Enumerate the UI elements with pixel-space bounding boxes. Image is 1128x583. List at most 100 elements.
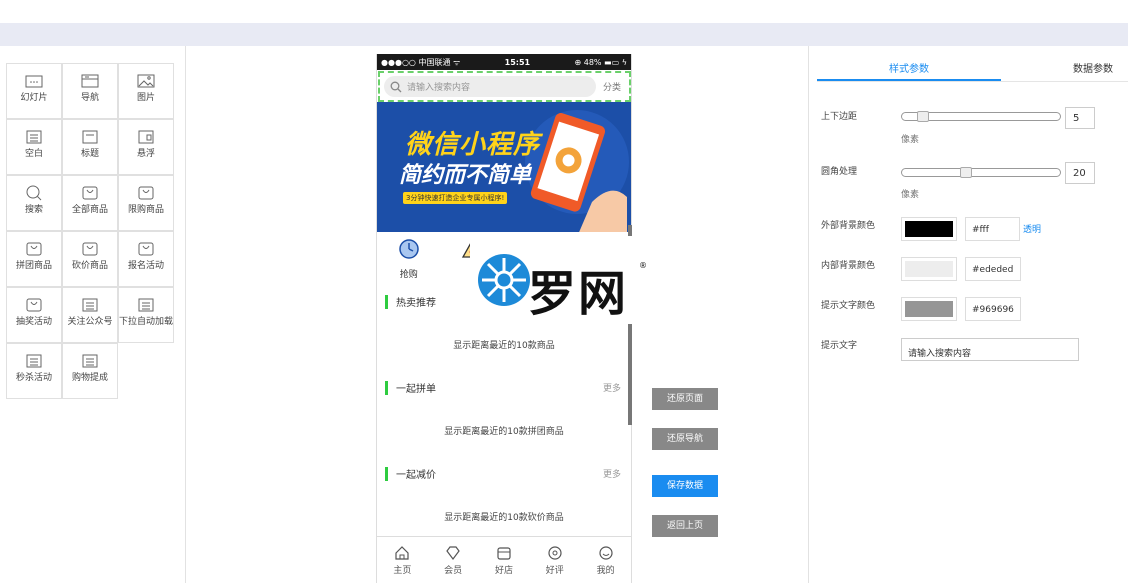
component-slideshow-0[interactable]: 幻灯片 bbox=[6, 63, 62, 119]
section-bar bbox=[385, 466, 388, 481]
properties-panel: 样式参数 数据参数 上下边距 5 像素 圆角处理 20 像素 外部背景颜色 #f… bbox=[808, 46, 1128, 583]
component-list-13[interactable]: 关注公众号 bbox=[62, 287, 118, 343]
status-carrier: ●●●○○ 中国联通 ᯤ bbox=[381, 57, 461, 67]
nav-icon bbox=[81, 74, 99, 88]
tab-member[interactable]: 会员 bbox=[433, 545, 473, 576]
section-info: 显示距离最近的10款商品 bbox=[453, 341, 555, 351]
component-bag-9[interactable]: 拼团商品 bbox=[6, 231, 62, 287]
list-icon bbox=[82, 354, 98, 368]
clock-icon bbox=[399, 239, 419, 259]
slideshow-icon bbox=[25, 75, 43, 88]
hint-color bbox=[905, 301, 953, 317]
radius-input[interactable]: 20 bbox=[1065, 162, 1095, 184]
tab-home[interactable]: 主页 bbox=[382, 545, 422, 576]
hint-text-label: 提示文字 bbox=[821, 341, 858, 351]
hint-text-input[interactable]: 请输入搜索内容 bbox=[901, 338, 1079, 361]
logo-registered: ® bbox=[639, 261, 647, 270]
component-search-6[interactable]: 搜索 bbox=[6, 175, 62, 231]
component-bag-8[interactable]: 限购商品 bbox=[118, 175, 174, 231]
section-title: 一起拼单 bbox=[396, 384, 436, 395]
review-icon bbox=[548, 545, 562, 560]
margin-label: 上下边距 bbox=[821, 112, 858, 122]
section-info: 显示距离最近的10款砍价商品 bbox=[444, 513, 564, 523]
component-label: 幻灯片 bbox=[20, 93, 48, 103]
component-list-16[interactable]: 购物提成 bbox=[62, 343, 118, 399]
restore-page-button[interactable]: 还原页面 bbox=[652, 388, 718, 410]
transparent-link[interactable]: 透明 bbox=[1023, 222, 1041, 235]
component-label: 购物提成 bbox=[71, 373, 108, 383]
margin-input[interactable]: 5 bbox=[1065, 107, 1095, 129]
margin-unit: 像素 bbox=[901, 135, 920, 145]
tab-label: 会员 bbox=[444, 565, 463, 576]
more-link[interactable]: 更多 bbox=[603, 381, 621, 394]
active-tab-indicator bbox=[817, 79, 1001, 81]
component-label: 抽奖活动 bbox=[15, 317, 52, 327]
list-icon bbox=[138, 298, 154, 312]
logo-emblem-icon bbox=[478, 254, 530, 306]
tab-shop[interactable]: 好店 bbox=[484, 545, 524, 576]
margin-slider-handle[interactable] bbox=[916, 111, 929, 122]
inner-bg-swatch[interactable] bbox=[901, 257, 957, 281]
status-battery: ⊕ 48% ▬▭ ϟ bbox=[574, 57, 627, 67]
component-list-14[interactable]: 下拉自动加载 bbox=[118, 287, 174, 343]
home-icon bbox=[395, 545, 409, 560]
section-bar bbox=[385, 294, 388, 309]
radius-slider[interactable] bbox=[901, 167, 1061, 178]
component-label: 限购商品 bbox=[127, 205, 164, 215]
nav-item-flash[interactable]: 抢购 bbox=[389, 232, 429, 284]
hint-color-hex[interactable]: #969696 bbox=[965, 297, 1021, 321]
search-placeholder: 请输入搜索内容 bbox=[407, 83, 471, 93]
margin-slider[interactable] bbox=[901, 111, 1061, 122]
component-blank-3[interactable]: 空白 bbox=[6, 119, 62, 175]
section-title: 热卖推荐 bbox=[396, 298, 436, 309]
inner-bg-hex[interactable]: #ededed bbox=[965, 257, 1021, 281]
tab-data-params[interactable]: 数据参数 bbox=[1073, 60, 1113, 75]
component-label: 搜索 bbox=[24, 205, 43, 215]
component-bag-12[interactable]: 抽奖活动 bbox=[6, 287, 62, 343]
outer-bg-color bbox=[905, 221, 953, 237]
bag-icon bbox=[26, 298, 42, 312]
component-label: 报名活动 bbox=[127, 261, 164, 271]
watermark-logo: 罗网 ® bbox=[470, 236, 666, 324]
component-float-5[interactable]: 悬浮 bbox=[118, 119, 174, 175]
component-bag-11[interactable]: 报名活动 bbox=[118, 231, 174, 287]
component-image-2[interactable]: 图片 bbox=[118, 63, 174, 119]
component-panel: 幻灯片 导航 图片 空白 标题 悬浮搜索 全部商品 限购商品拼团商品 砍价商品 报名活动抽奖活动 关… bbox=[0, 46, 186, 583]
section-bar bbox=[385, 380, 388, 395]
section-info: 显示距离最近的10款拼团商品 bbox=[444, 427, 564, 437]
tab-label: 我的 bbox=[596, 565, 615, 576]
search-input[interactable]: 请输入搜索内容 bbox=[384, 76, 596, 97]
banner-slide[interactable]: 微信小程序 简约而不简单 3分钟快速打造企业专属小程序! bbox=[377, 102, 631, 232]
back-button[interactable]: 返回上页 bbox=[652, 515, 718, 537]
bag-icon bbox=[82, 186, 98, 200]
component-nav-1[interactable]: 导航 bbox=[62, 63, 118, 119]
bag-icon bbox=[82, 242, 98, 256]
hint-color-label: 提示文字颜色 bbox=[821, 301, 876, 311]
radius-unit: 像素 bbox=[901, 190, 920, 200]
blank-icon bbox=[26, 130, 42, 144]
diamond-icon bbox=[446, 545, 460, 560]
restore-nav-button[interactable]: 还原导航 bbox=[652, 428, 718, 450]
search-component[interactable]: 请输入搜索内容 分类 bbox=[378, 71, 631, 102]
tab-label: 好评 bbox=[545, 565, 564, 576]
title-icon bbox=[82, 130, 98, 144]
radius-slider-handle[interactable] bbox=[960, 167, 973, 178]
radius-label: 圆角处理 bbox=[821, 167, 858, 177]
tab-mine[interactable]: 我的 bbox=[586, 545, 626, 576]
logo-text: 罗网 bbox=[528, 266, 629, 322]
more-link[interactable]: 更多 bbox=[603, 467, 621, 480]
component-list-15[interactable]: 秒杀活动 bbox=[6, 343, 62, 399]
category-link[interactable]: 分类 bbox=[603, 80, 621, 93]
component-bag-10[interactable]: 砍价商品 bbox=[62, 231, 118, 287]
save-data-button[interactable]: 保存数据 bbox=[652, 475, 718, 497]
outer-bg-swatch[interactable] bbox=[901, 217, 957, 241]
component-label: 全部商品 bbox=[71, 205, 108, 215]
tab-style-params[interactable]: 样式参数 bbox=[889, 60, 929, 75]
component-title-4[interactable]: 标题 bbox=[62, 119, 118, 175]
banner-subtitle: 简约而不简单 bbox=[399, 162, 532, 188]
search-icon bbox=[390, 81, 402, 92]
component-bag-7[interactable]: 全部商品 bbox=[62, 175, 118, 231]
hint-color-swatch[interactable] bbox=[901, 297, 957, 321]
tab-review[interactable]: 好评 bbox=[535, 545, 575, 576]
outer-bg-hex[interactable]: #fff bbox=[965, 217, 1020, 241]
